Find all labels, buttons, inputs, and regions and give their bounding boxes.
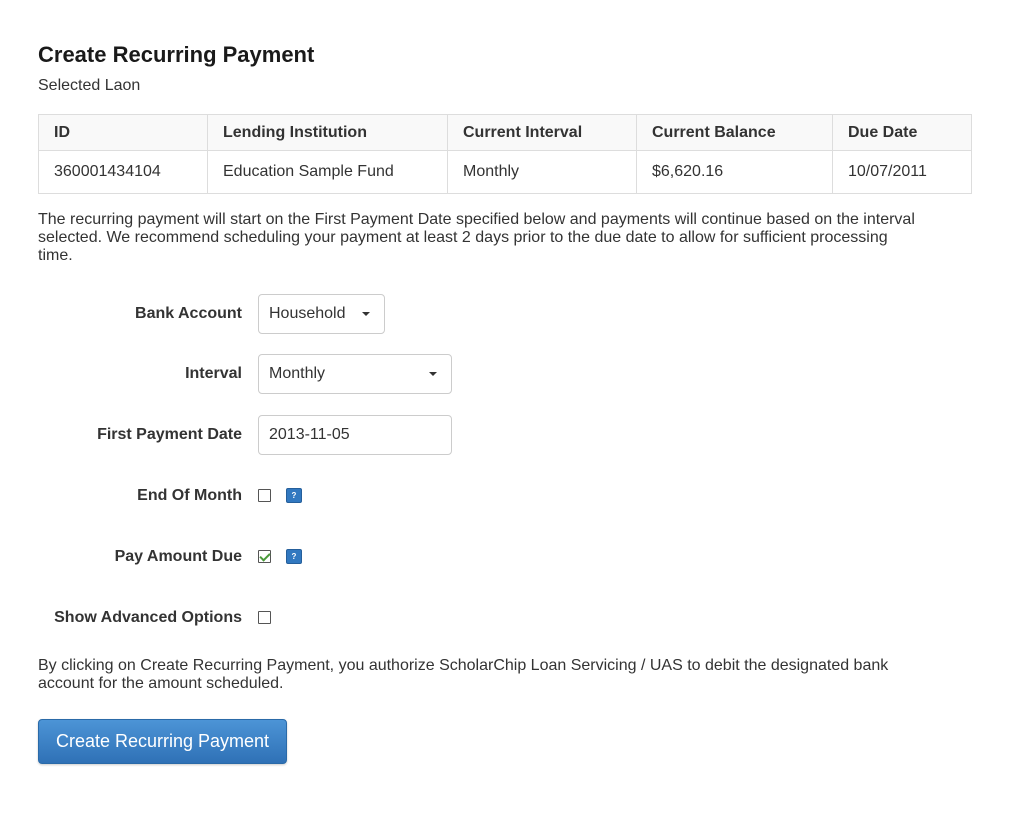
cell-lending-institution: Education Sample Fund <box>207 150 448 194</box>
end-of-month-label: End Of Month <box>137 487 242 504</box>
column-header-current-balance: Current Balance <box>636 114 833 151</box>
show-advanced-options-label: Show Advanced Options <box>54 609 242 626</box>
bank-account-row: Bank Account Household <box>38 294 972 334</box>
table-row: 360001434104 Education Sample Fund Month… <box>38 150 972 194</box>
pay-amount-due-label: Pay Amount Due <box>114 548 242 565</box>
authorization-notice: By clicking on Create Recurring Payment,… <box>38 657 889 692</box>
interval-value: Monthly <box>269 365 326 382</box>
page-subtitle: Selected Laon <box>38 77 141 94</box>
bank-account-value: Household <box>269 305 346 322</box>
help-icon[interactable]: ? <box>286 549 302 564</box>
chevron-down-icon <box>362 312 370 316</box>
cell-due-date: 10/07/2011 <box>832 150 972 194</box>
first-payment-date-label: First Payment Date <box>97 426 242 443</box>
column-header-due-date: Due Date <box>832 114 972 151</box>
end-of-month-checkbox[interactable] <box>258 489 271 502</box>
cell-current-interval: Monthly <box>447 150 637 194</box>
first-payment-date-row: First Payment Date <box>38 415 972 455</box>
interval-select[interactable]: Monthly <box>258 354 452 394</box>
pay-amount-due-row: Pay Amount Due ? <box>38 537 972 577</box>
bank-account-select[interactable]: Household <box>258 294 385 334</box>
cell-id: 360001434104 <box>38 150 208 194</box>
recurring-payment-notice: The recurring payment will start on the … <box>38 211 915 264</box>
column-header-id: ID <box>38 114 208 151</box>
column-header-lending-institution: Lending Institution <box>207 114 448 151</box>
show-advanced-options-checkbox[interactable] <box>258 611 271 624</box>
page-title: Create Recurring Payment <box>38 42 315 67</box>
chevron-down-icon <box>429 372 437 376</box>
column-header-current-interval: Current Interval <box>447 114 637 151</box>
interval-row: Interval Monthly <box>38 354 972 394</box>
end-of-month-row: End Of Month ? <box>38 476 972 516</box>
loan-table: ID Lending Institution Current Interval … <box>38 114 972 194</box>
first-payment-date-input[interactable] <box>258 415 452 455</box>
interval-label: Interval <box>185 365 242 382</box>
table-header-row: ID Lending Institution Current Interval … <box>38 114 972 151</box>
bank-account-label: Bank Account <box>135 305 242 322</box>
bank-account-control: Household <box>258 294 385 334</box>
first-payment-date-control <box>258 415 452 455</box>
cell-current-balance: $6,620.16 <box>636 150 833 194</box>
create-recurring-payment-button[interactable]: Create Recurring Payment <box>38 719 287 764</box>
pay-amount-due-checkbox[interactable] <box>258 550 271 563</box>
interval-control: Monthly <box>258 354 452 394</box>
show-advanced-options-row: Show Advanced Options <box>38 598 972 638</box>
help-icon[interactable]: ? <box>286 488 302 503</box>
